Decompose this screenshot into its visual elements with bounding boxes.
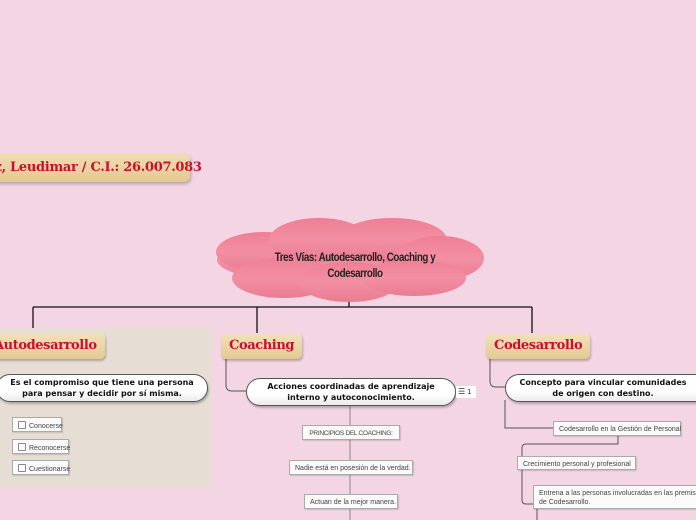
checkbox-icon[interactable] xyxy=(18,443,26,451)
topic-coaching[interactable]: Coaching xyxy=(221,333,303,359)
codesarrollo-connector xyxy=(489,356,505,388)
coaching-definition[interactable]: Acciones coordinadas de aprendizaje inte… xyxy=(246,378,456,406)
codesarrollo-child3-connector xyxy=(521,469,533,505)
task-cuestionarse[interactable]: Cuestionarse xyxy=(12,460,71,475)
codesarrollo-child-crecimiento[interactable]: Crecimiento personal y profesional xyxy=(517,456,636,470)
autodesarrollo-definition[interactable]: Es el compromiso que tiene una persona p… xyxy=(0,374,208,402)
checkbox-icon[interactable] xyxy=(18,421,26,429)
task-label: Reconocerse xyxy=(29,445,71,452)
topic-autodesarrollo[interactable]: Autodesarrollo xyxy=(0,333,105,359)
task-reconocerse[interactable]: Reconocerse xyxy=(12,439,71,454)
codesarrollo-definition[interactable]: Concepto para vincular comunidades de or… xyxy=(505,374,696,402)
task-label: Cuestionarse xyxy=(29,466,71,473)
codesarrollo-child1-connector xyxy=(504,400,553,429)
notes-badge[interactable]: ☰ 1 xyxy=(456,386,476,398)
codesarrollo-child2-connector xyxy=(521,436,619,456)
list-icon: ☰ xyxy=(458,387,466,396)
codesarrollo-child-entrena[interactable]: Entrena a las personas involucradas en l… xyxy=(533,485,696,509)
codesarrollo-child-gestion[interactable]: Codesarrollo en la Gestión de Personal xyxy=(553,421,681,436)
task-conocerse[interactable]: Conocerse xyxy=(12,417,63,432)
coaching-principle-1[interactable]: Nadie está en posesión de la verdad. xyxy=(289,460,413,475)
author-label[interactable]: rez, Leudimar / C.I.: 26.007.083 xyxy=(0,154,202,182)
coaching-principle-2[interactable]: Actuan de la mejor manera. xyxy=(304,494,398,509)
checkbox-icon[interactable] xyxy=(18,464,26,472)
topic-codesarrollo[interactable]: Codesarrollo xyxy=(486,333,591,359)
coaching-principles-header[interactable]: PRINCIPIOS DEL COACHING: xyxy=(302,425,400,440)
central-topic-text: Tres Vías: Autodesarrollo, Coaching y Co… xyxy=(274,252,436,280)
coaching-connector xyxy=(225,356,246,392)
task-label: Conocerse xyxy=(29,423,63,430)
